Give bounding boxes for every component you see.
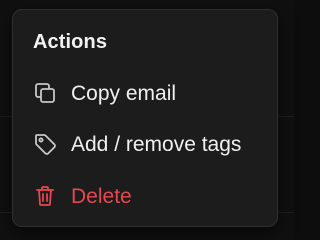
menu-title: Actions bbox=[33, 31, 108, 53]
delete-label: Delete bbox=[71, 185, 132, 208]
copy-email-menu-item[interactable]: Copy email bbox=[21, 71, 271, 115]
copy-email-label: Copy email bbox=[71, 82, 177, 105]
tag-icon bbox=[33, 132, 57, 156]
add-remove-tags-menu-item[interactable]: Add / remove tags bbox=[21, 122, 271, 166]
trash-icon bbox=[33, 184, 57, 208]
copy-icon bbox=[33, 81, 57, 105]
actions-menu: Actions Copy email Add / remove tags Del… bbox=[12, 9, 278, 227]
delete-menu-item[interactable]: Delete bbox=[21, 174, 271, 218]
add-remove-tags-label: Add / remove tags bbox=[71, 133, 242, 156]
